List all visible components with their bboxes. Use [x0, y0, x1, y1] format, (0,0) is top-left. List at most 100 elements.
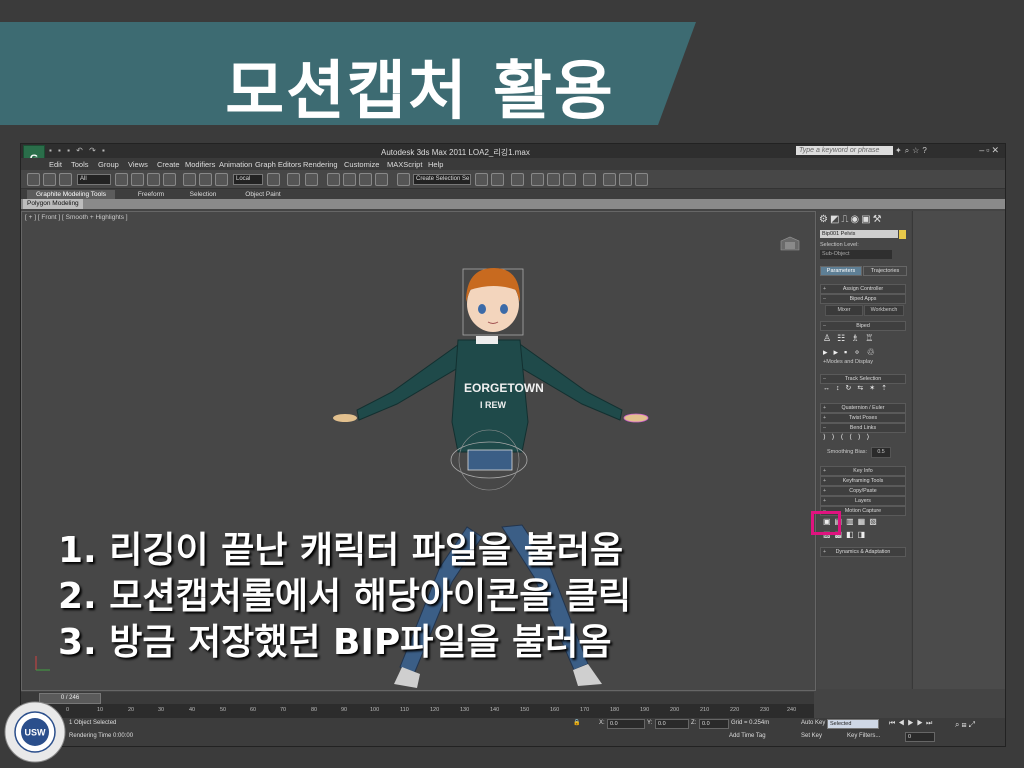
sub-ribbon: Polygon Modeling: [21, 199, 1005, 209]
bind-icon[interactable]: [59, 173, 72, 186]
percent-snap-icon[interactable]: [359, 173, 372, 186]
info-center-icons[interactable]: ✦⌕☆?: [895, 146, 930, 156]
named-selection-set-dropdown[interactable]: Create Selection Se: [413, 174, 471, 185]
selection-level-label: Selection Level:: [820, 242, 859, 248]
schematic-view-icon[interactable]: [563, 173, 576, 186]
menu-animation[interactable]: Animation: [219, 160, 252, 169]
tick-label: 180: [610, 707, 620, 713]
y-coordinate-field[interactable]: 0.0: [655, 719, 689, 729]
rollout-quaternion-euler[interactable]: + Quaternion / Euler: [820, 403, 906, 413]
curve-editor-icon[interactable]: [547, 173, 560, 186]
shirt-print: EORGETOWN: [464, 381, 544, 395]
biped-mode-icons[interactable]: ♙☷♗♖: [823, 333, 903, 344]
rollout-assign-controller-label: Assign Controller: [842, 286, 884, 292]
window-controls[interactable]: –▫✕: [979, 145, 1001, 156]
edit-named-selection-icon[interactable]: [397, 173, 410, 186]
render-setup-icon[interactable]: [603, 173, 616, 186]
menu-views[interactable]: Views: [128, 160, 148, 169]
window-crossing-icon[interactable]: [163, 173, 176, 186]
object-name-field[interactable]: Bip001 Pelvis: [820, 230, 898, 238]
select-manipulate-icon[interactable]: [287, 173, 300, 186]
link-icon[interactable]: [43, 173, 56, 186]
rollout-biped-apps[interactable]: – Biped Apps: [820, 294, 906, 304]
lock-icon[interactable]: 🔒: [573, 719, 580, 726]
rollout-copy-paste[interactable]: + Copy/Paste: [820, 486, 906, 496]
title-band: 모션캡처 활용: [0, 0, 1024, 129]
bend-links-icons[interactable]: ⟩⟩⟨⟨⟩⟩: [823, 433, 903, 441]
material-editor-icon[interactable]: [583, 173, 596, 186]
tab-graphite-modeling-tools[interactable]: Graphite Modeling Tools: [27, 190, 115, 199]
rotate-icon[interactable]: [199, 173, 212, 186]
x-coordinate-field[interactable]: 0.0: [607, 719, 645, 729]
rollout-biped[interactable]: – Biped: [820, 321, 906, 331]
playback-controls[interactable]: ⏮◀▶▶⏭: [889, 720, 935, 728]
tick-label: 150: [520, 707, 530, 713]
set-key-button[interactable]: Set Key: [801, 733, 822, 739]
menu-create[interactable]: Create: [157, 160, 180, 169]
menu-rendering[interactable]: Rendering: [303, 160, 338, 169]
reference-coord-dropdown[interactable]: Local: [233, 174, 263, 185]
rect-selection-icon[interactable]: [147, 173, 160, 186]
biped-file-icons[interactable]: ▸▸▪⚬♲: [823, 347, 903, 358]
track-selection-icons[interactable]: ↔↕↻⇆✶⇡: [823, 384, 903, 392]
pivot-icon[interactable]: [267, 173, 280, 186]
menu-tools[interactable]: Tools: [71, 160, 89, 169]
select-object-icon[interactable]: [115, 173, 128, 186]
menu-edit[interactable]: Edit: [49, 160, 62, 169]
menu-customize[interactable]: Customize: [344, 160, 379, 169]
undo-icon[interactable]: [27, 173, 40, 186]
selection-filter-dropdown[interactable]: All: [77, 174, 111, 185]
tab-object-paint[interactable]: Object Paint: [235, 190, 291, 199]
tab-selection[interactable]: Selection: [181, 190, 225, 199]
z-coordinate-field[interactable]: 0.0: [699, 719, 729, 729]
tab-parameters[interactable]: Parameters: [820, 266, 862, 276]
menu-maxscript[interactable]: MAXScript: [387, 160, 422, 169]
rollout-dynamics-label: Dynamics & Adaptation: [835, 549, 891, 555]
snap-toggle-icon[interactable]: [327, 173, 340, 186]
rollout-track-selection[interactable]: – Track Selection: [820, 374, 906, 384]
track-bar[interactable]: 0 10 20 30 40 50 60 70 80 90 100 110 120…: [21, 704, 814, 718]
object-color-swatch[interactable]: [899, 230, 906, 239]
graphite-toggle-icon[interactable]: [531, 173, 544, 186]
menu-graph-editors[interactable]: Graph Editors: [255, 160, 301, 169]
menu-group[interactable]: Group: [98, 160, 119, 169]
tab-trajectories[interactable]: Trajectories: [863, 266, 907, 276]
command-panel-tabs-icons[interactable]: ⚙◩⎍◉▣⚒: [819, 214, 884, 225]
quick-access-toolbar[interactable]: ▪ ▪ ▪ ↶ ↷ ▪: [49, 146, 107, 155]
menu-help[interactable]: Help: [428, 160, 443, 169]
align-icon[interactable]: [491, 173, 504, 186]
auto-key-button[interactable]: Auto Key: [801, 720, 825, 726]
smoothing-bias-field[interactable]: 0.5: [871, 447, 891, 458]
rollout-dynamics-adaptation[interactable]: + Dynamics & Adaptation: [820, 547, 906, 557]
rollout-bend-links[interactable]: – Bend Links: [820, 423, 906, 433]
selected-dropdown[interactable]: Selected: [827, 719, 879, 729]
search-input[interactable]: Type a keyword or phrase: [796, 146, 893, 155]
viewport-nav-icons[interactable]: ⌕⊞⤢: [955, 720, 977, 730]
move-icon[interactable]: [183, 173, 196, 186]
keyboard-shortcut-icon[interactable]: [305, 173, 318, 186]
menu-modifiers[interactable]: Modifiers: [185, 160, 215, 169]
mirror-icon[interactable]: [475, 173, 488, 186]
rollout-layers[interactable]: + Layers: [820, 496, 906, 506]
render-production-icon[interactable]: [635, 173, 648, 186]
spinner-snap-icon[interactable]: [375, 173, 388, 186]
modes-display-label[interactable]: +Modes and Display: [823, 359, 873, 365]
sub-object-dropdown[interactable]: Sub-Object: [820, 250, 892, 259]
current-frame-field[interactable]: 0: [905, 732, 935, 742]
tick-label: 200: [670, 707, 680, 713]
select-by-name-icon[interactable]: [131, 173, 144, 186]
workbench-button[interactable]: Workbench: [864, 305, 904, 316]
angle-snap-icon[interactable]: [343, 173, 356, 186]
rollout-twist-poses[interactable]: + Twist Poses: [820, 413, 906, 423]
mixer-button[interactable]: Mixer: [825, 305, 863, 316]
add-time-tag[interactable]: Add Time Tag: [729, 733, 766, 739]
layer-manager-icon[interactable]: [511, 173, 524, 186]
scale-icon[interactable]: [215, 173, 228, 186]
rollout-assign-controller[interactable]: + Assign Controller: [820, 284, 906, 294]
rollout-key-info[interactable]: + Key Info: [820, 466, 906, 476]
tab-freeform[interactable]: Freeform: [129, 190, 173, 199]
polygon-modeling-label[interactable]: Polygon Modeling: [23, 199, 83, 209]
rendered-frame-icon[interactable]: [619, 173, 632, 186]
key-filters-button[interactable]: Key Filters...: [847, 733, 880, 739]
rollout-keyframing-tools[interactable]: + Keyframing Tools: [820, 476, 906, 486]
